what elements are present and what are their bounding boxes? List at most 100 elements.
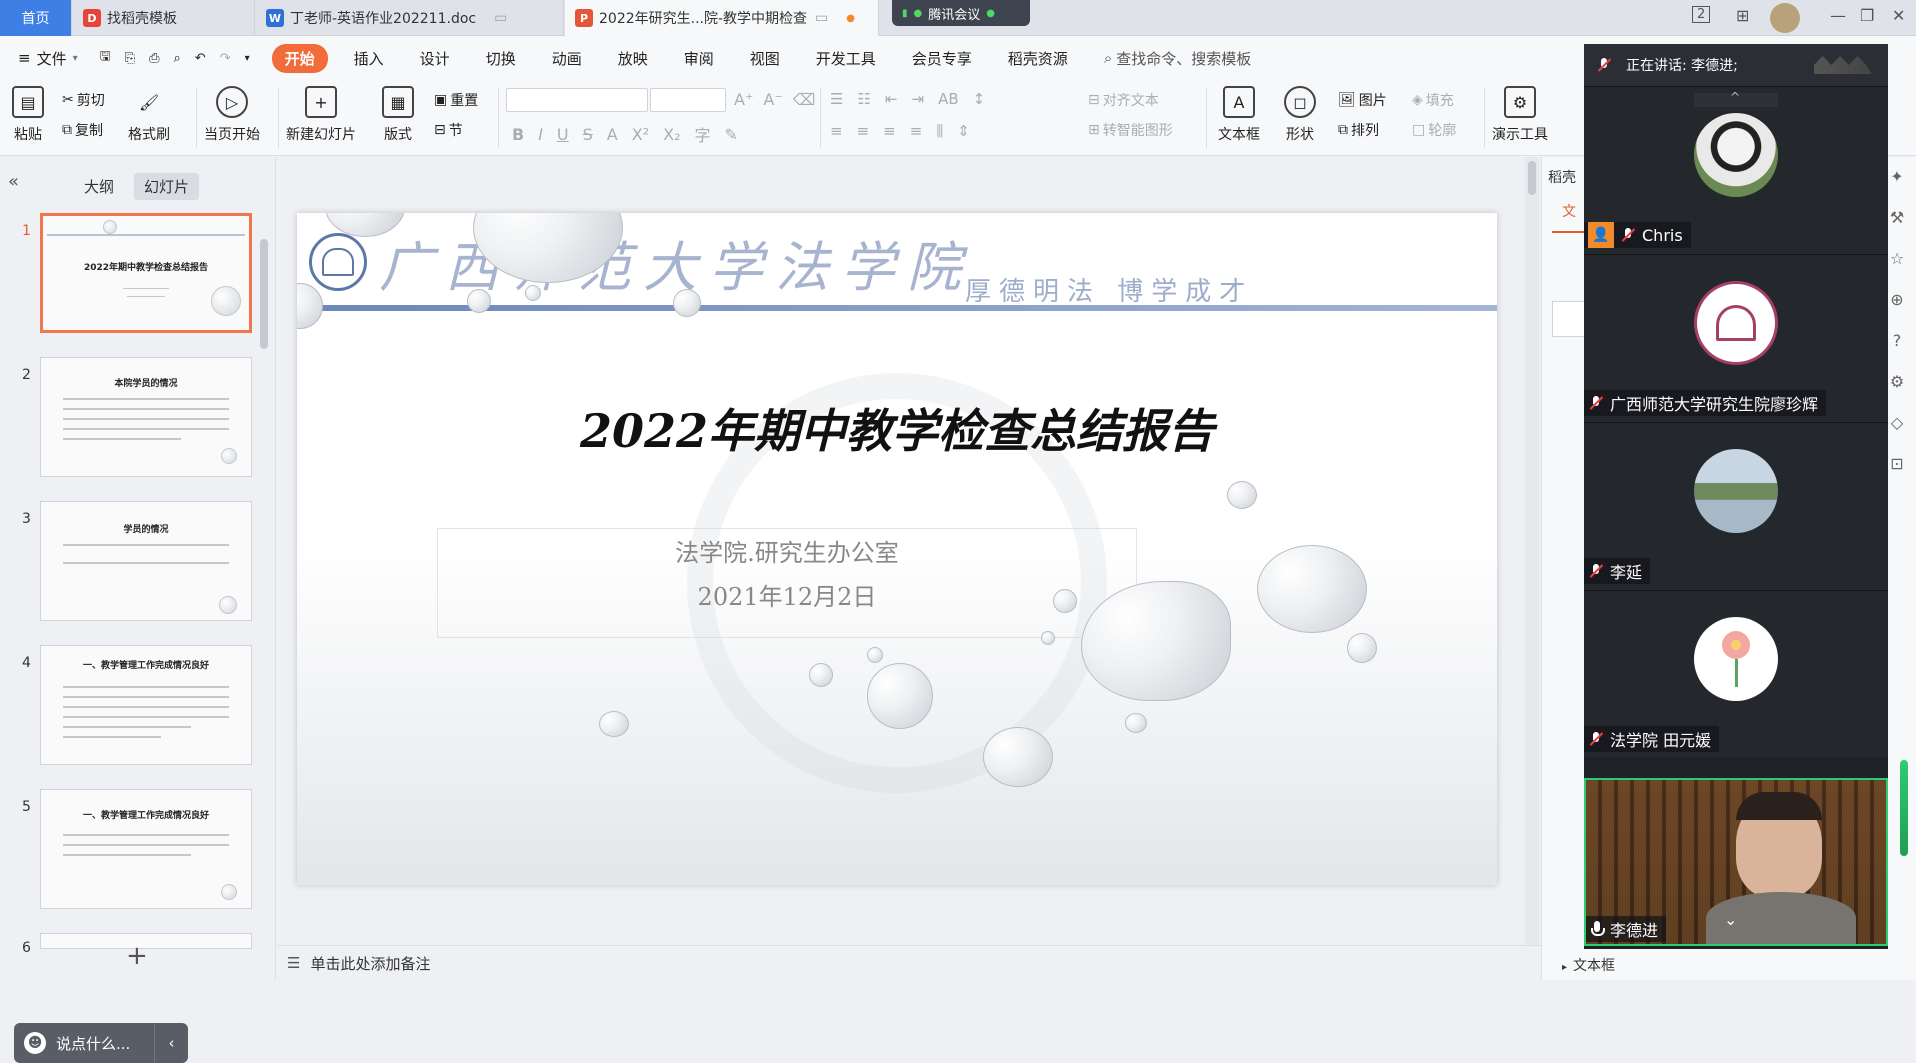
phonetic-icon[interactable]: 字 — [695, 122, 711, 146]
distribute-icon[interactable]: ⫼ — [936, 122, 943, 140]
close-icon[interactable]: ✕ — [1892, 6, 1905, 25]
copy-button[interactable]: ⧉ 复制 — [62, 120, 103, 140]
indent-increase-icon[interactable]: ⇥ — [911, 90, 924, 108]
menu-home[interactable]: 开始 — [271, 43, 328, 73]
picture-button[interactable]: 🖼 图片 — [1338, 90, 1387, 110]
slide-thumbnail-3[interactable]: 学员的情况 — [40, 501, 252, 621]
decrease-font-icon[interactable]: A⁻ — [763, 90, 782, 109]
sidebar-tool-icon[interactable]: ⊡ — [1890, 454, 1903, 473]
font-color-icon[interactable]: A — [607, 125, 618, 144]
restore-icon[interactable]: ❐ — [1860, 6, 1874, 25]
sidebar-tool-icon[interactable]: ◇ — [1891, 413, 1903, 432]
sidebar-tool-icon[interactable]: ☆ — [1890, 249, 1904, 268]
menu-slideshow[interactable]: 放映 — [618, 48, 648, 69]
menu-view[interactable]: 视图 — [750, 48, 780, 69]
text-direction-icon[interactable]: AB — [938, 90, 959, 108]
para-spacing-icon[interactable]: ⇕ — [957, 122, 970, 140]
superscript-icon[interactable]: X² — [632, 125, 649, 144]
participant-tile-liao[interactable]: 广西师范大学研究生院廖珍辉 — [1584, 254, 1888, 422]
chevron-down-icon[interactable]: ⌄ — [1724, 910, 1737, 929]
clear-format-icon[interactable]: ⌫ — [793, 90, 816, 109]
menu-docer[interactable]: 稻壳资源 — [1008, 48, 1068, 69]
participant-tile-tian[interactable]: 法学院 田元媛 — [1584, 590, 1888, 758]
presenter-tools-button[interactable]: ⚙ 演示工具 — [1492, 86, 1548, 144]
emoji-icon[interactable]: ☻ — [24, 1032, 46, 1054]
user-avatar[interactable] — [1770, 3, 1800, 33]
slide-date[interactable]: 2021年12月2日 — [297, 577, 1277, 612]
tab-home[interactable]: 首页 — [0, 0, 72, 36]
highlight-icon[interactable]: ✎ — [725, 125, 738, 144]
apps-grid-icon[interactable]: ⊞ — [1736, 6, 1749, 25]
notes-bar[interactable]: ☰ 单击此处添加备注 — [277, 945, 1541, 980]
bold-icon[interactable]: B — [512, 125, 524, 144]
sidebar-tool-icon[interactable]: ⚒ — [1890, 208, 1904, 227]
menu-insert[interactable]: 插入 — [354, 48, 384, 69]
file-menu[interactable]: ≡ 文件 ▾ — [18, 48, 78, 69]
menu-review[interactable]: 审阅 — [684, 48, 714, 69]
chat-input-pill[interactable]: ☻ 说点什么... ‹ — [14, 1023, 188, 1063]
more-quick-access-icon[interactable]: ▾ — [245, 53, 250, 64]
align-left-icon[interactable]: ≡ — [830, 122, 843, 140]
tab-word-doc[interactable]: W 丁老师-英语作业202211.doc ▭ — [256, 0, 564, 36]
fill-button[interactable]: ◈ 填充 — [1412, 90, 1454, 110]
slide-thumbnail-5[interactable]: 一、教学管理工作完成情况良好 — [40, 789, 252, 909]
strikethrough-icon[interactable]: S — [583, 125, 593, 144]
sidebar-tool-icon[interactable]: ⊕ — [1890, 290, 1903, 309]
subscript-icon[interactable]: X₂ — [663, 125, 680, 144]
sidebar-tool-icon[interactable]: ⚙ — [1890, 372, 1904, 391]
menu-member[interactable]: 会员专享 — [912, 48, 972, 69]
menu-developer[interactable]: 开发工具 — [816, 48, 876, 69]
print-icon[interactable]: ⎙ — [149, 51, 159, 66]
tab-template-store[interactable]: D 找稻壳模板 — [73, 0, 255, 36]
participant-tile-li-yan[interactable]: 李延 — [1584, 422, 1888, 590]
cut-button[interactable]: ✂ 剪切 — [62, 90, 105, 110]
font-family-select[interactable] — [506, 88, 648, 112]
tab-presentation[interactable]: P 2022年研究生...院-教学中期检查 ▭ ● — [565, 0, 879, 36]
tab-slides[interactable]: 幻灯片 — [134, 173, 200, 200]
menu-animation[interactable]: 动画 — [552, 48, 582, 69]
chevron-left-icon[interactable]: ‹ — [154, 1023, 188, 1063]
slide-thumbnail-2[interactable]: 本院学员的情况 — [40, 357, 252, 477]
sidebar-tool-icon[interactable]: ? — [1893, 331, 1902, 350]
textbox-button[interactable]: A 文本框 — [1218, 86, 1260, 144]
shape-button[interactable]: ◻ 形状 — [1284, 86, 1316, 144]
save-icon[interactable]: 🖫 — [100, 47, 111, 69]
new-slide-button[interactable]: + 新建幻灯片 — [286, 86, 356, 144]
indent-decrease-icon[interactable]: ⇤ — [885, 90, 898, 108]
pane-bottom-label[interactable]: ▸ 文本框 — [1562, 955, 1615, 975]
numbered-list-icon[interactable]: ☷ — [857, 90, 870, 108]
underline-icon[interactable]: U — [557, 125, 569, 144]
participant-tile-li-dejin[interactable]: ⌄ 李德进 — [1584, 778, 1888, 946]
font-size-controls[interactable]: A⁺ A⁻ ⌫ — [734, 90, 815, 109]
menu-design[interactable]: 设计 — [420, 48, 450, 69]
tile-collapse-bar[interactable]: ^ — [1694, 90, 1778, 107]
smart-art-button[interactable]: ⊞ 转智能图形 — [1088, 120, 1173, 140]
add-slide-button[interactable]: + — [126, 941, 148, 971]
slide-thumbnail-1[interactable]: 2022年期中教学检查总结报告 — [40, 213, 252, 333]
slide-title[interactable]: 2022年期中教学检查总结报告 — [297, 395, 1497, 461]
thumbnail-scrollbar[interactable] — [260, 239, 268, 349]
meeting-indicator[interactable]: ▮ ● 腾讯会议 ● — [892, 0, 1030, 26]
page-indicator[interactable]: 2 — [1692, 6, 1711, 23]
slide-scrollbar[interactable] — [1525, 157, 1539, 945]
increase-font-icon[interactable]: A⁺ — [734, 90, 753, 109]
play-from-current-button[interactable]: ▷ 当页开始 — [196, 86, 268, 144]
line-spacing-icon[interactable]: ↕ — [973, 90, 986, 108]
bullet-list-icon[interactable]: ☰ — [830, 90, 843, 108]
slide-subtitle[interactable]: 法学院.研究生办公室 — [297, 533, 1277, 568]
italic-icon[interactable]: I — [538, 125, 543, 144]
reset-button[interactable]: ▣ 重置 — [434, 90, 478, 110]
pane-tab[interactable]: 文 — [1562, 201, 1576, 221]
paste-button[interactable]: ▤ 粘贴 — [12, 86, 44, 144]
justify-icon[interactable]: ≡ — [910, 122, 923, 140]
slide-thumbnail-4[interactable]: 一、教学管理工作完成情况良好 — [40, 645, 252, 765]
participant-tile-chris[interactable]: ^ 👤 Chris — [1584, 86, 1888, 254]
align-center-icon[interactable]: ≡ — [857, 122, 870, 140]
font-size-select[interactable] — [650, 88, 726, 112]
print-preview-icon[interactable]: ⌕ — [174, 51, 181, 66]
sidebar-tool-icon[interactable]: ✦ — [1890, 167, 1903, 186]
minimize-icon[interactable]: — — [1830, 6, 1846, 25]
current-slide[interactable]: 广西师范大学法学院 厚德明法 博学成才 2022年期中教学检查总结报告 法学院.… — [297, 213, 1497, 885]
redo-icon[interactable]: ↷ — [220, 51, 231, 66]
collapse-panel-icon[interactable]: « — [8, 171, 19, 192]
